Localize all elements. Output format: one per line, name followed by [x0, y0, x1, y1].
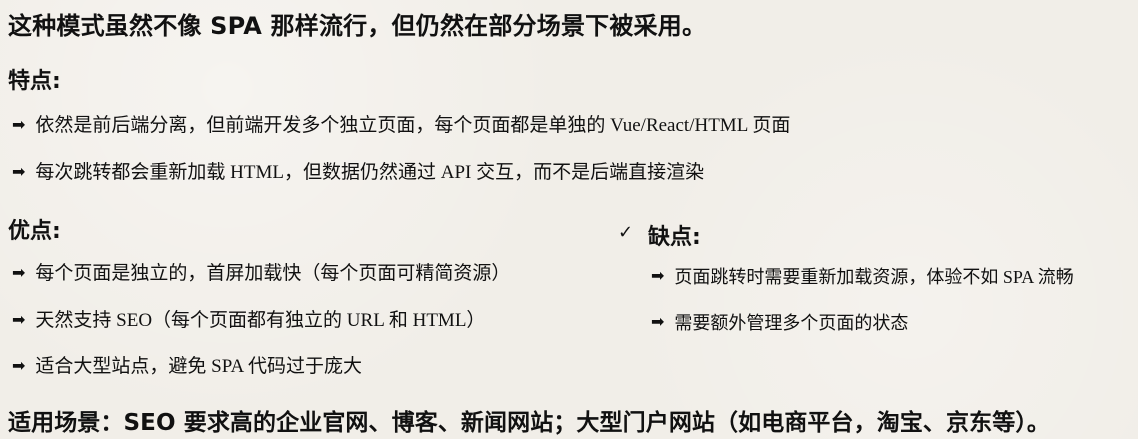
arrow-bullet-icon: ➡ [12, 309, 26, 329]
check-icon: ✓ [618, 222, 634, 243]
cons-item-2: ➡ 需要额外管理多个页面的状态 [651, 312, 909, 333]
pros-item-1: ➡ 每个页面是独立的，首屏加载快（每个页面可精简资源） [12, 264, 510, 283]
features-item-2-text: 每次跳转都会重新加载 HTML，但数据仍然通过 API 交互，而不是后端直接渲染 [35, 162, 705, 183]
cons-item-1: ➡ 页面跳转时需要重新加载资源，体验不如 SPA 流畅 [651, 266, 1074, 287]
pros-item-3: ➡ 适合大型站点，避免 SPA 代码过于庞大 [12, 357, 362, 376]
pros-item-2: ➡ 天然支持 SEO（每个页面都有独立的 URL 和 HTML） [12, 311, 485, 330]
cons-item-2-text: 需要额外管理多个页面的状态 [674, 313, 909, 333]
features-title: 特点: [8, 69, 61, 94]
arrow-bullet-icon: ➡ [12, 114, 26, 134]
arrow-bullet-icon: ➡ [651, 266, 665, 285]
features-item-1-text: 依然是前后端分离，但前端开发多个独立页面，每个页面都是单独的 Vue/React… [35, 115, 791, 136]
features-item-2: ➡ 每次跳转都会重新加载 HTML，但数据仍然通过 API 交互，而不是后端直接… [12, 163, 704, 182]
arrow-bullet-icon: ➡ [651, 312, 665, 331]
pros-item-3-text: 适合大型站点，避免 SPA 代码过于庞大 [35, 356, 362, 377]
document-page: 这种模式虽然不像 SPA 那样流行，但仍然在部分场景下被采用。 特点: ➡ 依然… [0, 0, 1138, 439]
arrow-bullet-icon: ➡ [12, 355, 26, 375]
pros-item-2-text: 天然支持 SEO（每个页面都有独立的 URL 和 HTML） [35, 310, 486, 331]
features-item-1: ➡ 依然是前后端分离，但前端开发多个独立页面，每个页面都是单独的 Vue/Rea… [12, 116, 790, 135]
arrow-bullet-icon: ➡ [12, 161, 26, 181]
arrow-bullet-icon: ➡ [12, 262, 26, 282]
intro-heading: 这种模式虽然不像 SPA 那样流行，但仍然在部分场景下被采用。 [8, 12, 707, 40]
cons-item-1-text: 页面跳转时需要重新加载资源，体验不如 SPA 流畅 [674, 267, 1074, 287]
pros-title: 优点: [8, 219, 61, 244]
cons-title: 缺点: [648, 225, 701, 250]
footer-summary: 适用场景：SEO 要求高的企业官网、博客、新闻网站；大型门户网站（如电商平台，淘… [8, 410, 1051, 436]
pros-item-1-text: 每个页面是独立的，首屏加载快（每个页面可精简资源） [35, 263, 511, 284]
